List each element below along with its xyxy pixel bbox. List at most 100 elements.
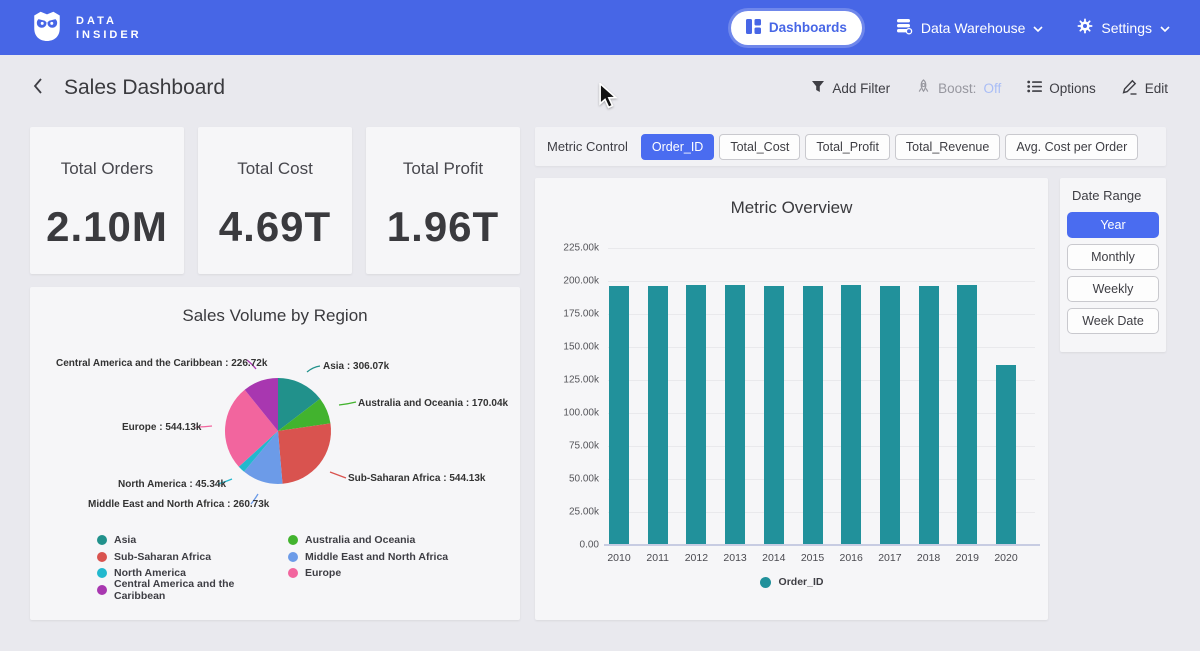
legend-item-central-america-and-the-caribbean[interactable]: Central America and the Caribbean (97, 582, 288, 599)
x-tick: 2014 (754, 552, 794, 564)
metric-button-total-revenue[interactable]: Total_Revenue (895, 134, 1000, 160)
settings-menu[interactable]: Settings (1077, 18, 1170, 37)
y-tick: 175.00k (563, 309, 599, 320)
bar-2020[interactable] (996, 365, 1016, 544)
kpi-value: 1.96T (387, 203, 499, 251)
y-tick: 150.00k (563, 342, 599, 353)
dashboards-label: Dashboards (769, 20, 847, 35)
bar-2017[interactable] (880, 286, 900, 544)
kpi-card-total-profit: Total Profit 1.96T (366, 127, 520, 274)
data-warehouse-label: Data Warehouse (921, 20, 1026, 36)
brand-line2: INSIDER (76, 28, 142, 42)
boost-toggle[interactable]: Boost: Off (916, 79, 1001, 97)
bar-chart-legend[interactable]: Order_ID (535, 576, 1048, 588)
metric-button-order-id[interactable]: Order_ID (641, 134, 714, 160)
legend-dot (97, 535, 107, 545)
metric-button-avg-cost[interactable]: Avg. Cost per Order (1005, 134, 1138, 160)
legend-label: Central America and the Caribbean (114, 578, 288, 602)
legend-dot (288, 535, 298, 545)
kpi-card-total-cost: Total Cost 4.69T (198, 127, 352, 274)
boost-status: Off (983, 81, 1001, 96)
rocket-icon (916, 79, 931, 97)
bar-2014[interactable] (764, 286, 784, 544)
pie-label-north-america: North America : 45.34k (118, 479, 226, 490)
legend-dot (760, 577, 771, 588)
brand: DATA INSIDER (30, 8, 142, 47)
pie-label-asia: Asia : 306.07k (323, 361, 389, 372)
bar-2018[interactable] (919, 286, 939, 544)
gridline (608, 281, 1035, 282)
x-tick: 2013 (715, 552, 755, 564)
gear-icon (1077, 18, 1093, 37)
add-filter-button[interactable]: Add Filter (811, 80, 890, 96)
database-icon (896, 18, 913, 38)
settings-label: Settings (1101, 20, 1152, 36)
list-options-icon (1027, 80, 1042, 96)
metric-button-total-cost[interactable]: Total_Cost (719, 134, 800, 160)
x-tick: 2019 (947, 552, 987, 564)
x-tick: 2020 (986, 552, 1026, 564)
bar-2011[interactable] (648, 286, 668, 544)
pie-slice-sub-saharan-africa[interactable] (278, 423, 331, 483)
dashboards-button[interactable]: Dashboards (731, 11, 862, 45)
options-button[interactable]: Options (1027, 80, 1096, 96)
legend-dot (97, 585, 107, 595)
bar-2019[interactable] (957, 285, 977, 544)
x-tick: 2011 (638, 552, 678, 564)
date-range-monthly-button[interactable]: Monthly (1067, 244, 1159, 270)
pencil-icon (1122, 79, 1138, 98)
bar-chart-plot-area: 2010201120122013201420152016201720182019… (608, 248, 1035, 545)
date-range-year-button[interactable]: Year (1067, 212, 1159, 238)
bar-2013[interactable] (725, 285, 745, 544)
y-tick: 25.00k (569, 507, 599, 518)
legend-label: Australia and Oceania (305, 534, 415, 546)
legend-item-australia-and-oceania[interactable]: Australia and Oceania (288, 532, 448, 549)
data-warehouse-menu[interactable]: Data Warehouse (896, 18, 1044, 38)
date-range-week-date-button[interactable]: Week Date (1067, 308, 1159, 334)
pie-label-europe: Europe : 544.13k (122, 422, 201, 433)
date-range-weekly-button[interactable]: Weekly (1067, 276, 1159, 302)
legend-dot (97, 552, 107, 562)
filter-funnel-icon (811, 80, 825, 96)
page-title: Sales Dashboard (64, 76, 225, 100)
metric-button-total-profit[interactable]: Total_Profit (805, 134, 890, 160)
x-tick: 2010 (599, 552, 639, 564)
legend-dot (97, 568, 107, 578)
kpi-label: Total Profit (403, 159, 483, 179)
y-tick: 50.00k (569, 474, 599, 485)
y-tick: 125.00k (563, 375, 599, 386)
owl-logo-icon (30, 8, 64, 47)
y-tick: 75.00k (569, 441, 599, 452)
back-button[interactable] (32, 77, 44, 100)
date-range-panel: Date Range Year Monthly Weekly Week Date (1060, 178, 1166, 352)
y-tick: 200.00k (563, 276, 599, 287)
kpi-row: Total Orders 2.10M Total Cost 4.69T Tota… (30, 127, 520, 274)
legend-label: Order_ID (779, 576, 824, 588)
x-tick: 2015 (793, 552, 833, 564)
pie-label-australia-oceania: Australia and Oceania : 170.04k (358, 398, 508, 409)
legend-item-europe[interactable]: Europe (288, 565, 448, 582)
bar-2012[interactable] (686, 285, 706, 544)
dashboard-grid-icon (746, 19, 761, 37)
legend-label: Middle East and North Africa (305, 551, 448, 563)
pie-chart-legend: AsiaSub-Saharan AfricaNorth AmericaCentr… (97, 532, 448, 598)
pie-label-sub-saharan-africa: Sub-Saharan Africa : 544.13k (348, 473, 485, 484)
x-tick: 2016 (831, 552, 871, 564)
pie-label-middle-east: Middle East and North Africa : 260.73k (88, 499, 269, 510)
bar-2015[interactable] (803, 286, 823, 544)
x-tick: 2018 (909, 552, 949, 564)
kpi-label: Total Cost (237, 159, 313, 179)
y-tick: 225.00k (563, 243, 599, 254)
edit-button[interactable]: Edit (1122, 79, 1168, 98)
bar-chart-title: Metric Overview (535, 198, 1048, 218)
y-tick: 100.00k (563, 408, 599, 419)
date-range-label: Date Range (1072, 188, 1159, 203)
legend-label: Sub-Saharan Africa (114, 551, 211, 563)
x-tick: 2012 (676, 552, 716, 564)
metric-overview-chart-card: Metric Overview 225.00k 200.00k 175.00k 150… (535, 178, 1048, 620)
bar-2016[interactable] (841, 285, 861, 544)
legend-item-sub-saharan-africa[interactable]: Sub-Saharan Africa (97, 549, 288, 566)
legend-item-asia[interactable]: Asia (97, 532, 288, 549)
bar-2010[interactable] (609, 286, 629, 544)
legend-item-middle-east-and-north-africa[interactable]: Middle East and North Africa (288, 549, 448, 566)
